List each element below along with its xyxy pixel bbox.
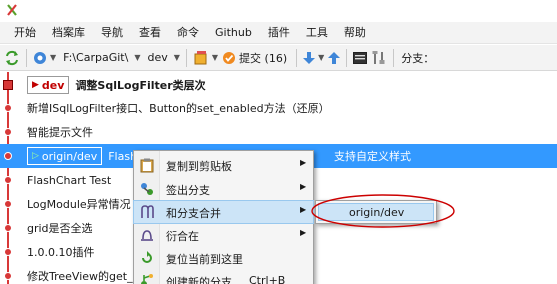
branch-filter-label: 分支： (401, 51, 435, 65)
commit-node (4, 104, 12, 112)
toolbar-separator (185, 48, 187, 67)
commit-message: 新增ISqlLogFilter接口、Button的set_enabled方法（还… (27, 102, 330, 115)
toolbar: ▼ F:\CarpaGit\ ▼ dev ▼ ▼ 提交 (16) ▼ 分支： (0, 45, 557, 71)
branch-name: origin/dev (41, 149, 98, 163)
console-icon (353, 51, 368, 64)
menu-repository[interactable]: 档案库 (44, 22, 93, 44)
commit-message: LogModule异常情况 (27, 198, 131, 211)
settings-button[interactable] (369, 47, 389, 69)
menu-item-rebase-on[interactable]: 衍合在 ▶ (134, 224, 313, 246)
submenu-arrow-icon: ▶ (300, 205, 307, 214)
menu-start[interactable]: 开始 (6, 22, 44, 44)
branch-dropdown[interactable]: dev ▼ (142, 47, 181, 69)
commit-label: 提交 (16) (239, 51, 288, 65)
commit-node (4, 224, 12, 232)
toolbar-separator (346, 48, 348, 67)
commit-message: 修改TreeView的get_ (27, 270, 133, 283)
commit-node (4, 128, 12, 136)
branch-label-dev[interactable]: ▶ dev (27, 76, 70, 94)
commit-node (4, 272, 12, 280)
chevron-down-icon: ▼ (50, 53, 57, 62)
commit-row[interactable]: ▶ dev 调整SqlLogFilter类层次 (0, 73, 557, 97)
commit-node (4, 152, 12, 160)
merge-icon (139, 204, 155, 220)
stash-icon (194, 50, 207, 64)
menu-item-label: 衍合在 (166, 230, 199, 243)
commit-message: 智能提示文件 (27, 126, 93, 139)
submenu-arrow-icon: ▶ (300, 158, 307, 167)
chevron-down-icon: ▼ (173, 53, 180, 62)
toolbar-separator (26, 48, 27, 67)
commit-row[interactable]: 新增ISqlLogFilter接口、Button的set_enabled方法（还… (0, 96, 557, 120)
branch-name: dev (41, 78, 65, 92)
commit-node (4, 248, 12, 256)
refresh-button[interactable] (2, 47, 22, 69)
submenu-arrow-icon: ▶ (300, 182, 307, 191)
commit-message: 1.0.0.10插件 (27, 246, 95, 259)
toolbar-separator (393, 48, 395, 67)
head-node-marker (3, 80, 13, 90)
menu-help[interactable]: 帮助 (336, 22, 374, 44)
commit-message: FlashChart Test (27, 173, 112, 187)
commit-button[interactable]: 提交 (16) (220, 47, 292, 69)
commit-message: grid是否全选 (27, 222, 93, 235)
menu-item-label: 和分支合并 (166, 207, 221, 220)
menu-bar: 开始 档案库 导航 查看 命令 Github 插件 工具 帮助 (0, 22, 557, 44)
settings-tools-icon (372, 50, 385, 64)
commit-node (4, 200, 12, 208)
menu-commands[interactable]: 命令 (169, 22, 207, 44)
current-branch: dev (147, 51, 168, 64)
menu-item-label: 复制到剪贴板 (166, 160, 232, 173)
clipboard-icon (139, 157, 155, 173)
menu-item-label: 签出分支 (166, 184, 210, 197)
menu-view[interactable]: 查看 (131, 22, 169, 44)
menu-item-merge-branch[interactable]: 和分支合并 ▶ (133, 200, 314, 224)
checkout-branch-icon (139, 181, 155, 197)
reset-icon (139, 250, 155, 266)
commit-message-tail: 支持自定义样式 (334, 150, 411, 163)
commit-node (4, 176, 12, 184)
branch-arrow-icon: ▶ (32, 80, 39, 90)
chevron-down-icon: ▼ (318, 53, 325, 62)
rebase-icon (139, 227, 155, 243)
menu-item-label: 复位当前到这里 (166, 253, 243, 266)
repository-icon (34, 51, 46, 64)
commit-message: 调整SqlLogFilter类层次 (75, 79, 206, 92)
chevron-down-icon: ▼ (134, 53, 141, 62)
menu-item-shortcut: Ctrl+B (249, 274, 286, 284)
merge-branch-submenu: origin/dev (315, 200, 437, 224)
git-extensions-logo (7, 4, 17, 16)
repository-switcher[interactable]: ▼ (31, 47, 58, 69)
menu-navigate[interactable]: 导航 (93, 22, 131, 44)
repository-path-dropdown[interactable]: F:\CarpaGit\ ▼ (58, 47, 142, 69)
chevron-down-icon: ▼ (211, 53, 219, 62)
branch-label-origin-dev[interactable]: ▷ origin/dev (27, 147, 103, 165)
stash-button[interactable]: ▼ (191, 47, 220, 69)
new-branch-icon (139, 273, 155, 284)
push-button[interactable] (326, 47, 342, 69)
menu-item-reset-current[interactable]: 复位当前到这里 (134, 247, 313, 269)
submenu-item-origin-dev[interactable]: origin/dev (318, 203, 434, 221)
commit-row[interactable]: 智能提示文件 (0, 120, 557, 144)
console-button[interactable] (351, 47, 369, 69)
menu-github[interactable]: Github (207, 22, 260, 44)
submenu-item-label: origin/dev (349, 205, 405, 219)
menu-item-checkout-branch[interactable]: 签出分支 ▶ (134, 178, 313, 200)
menu-item-copy-to-clipboard[interactable]: 复制到剪贴板 ▶ (134, 154, 313, 176)
push-arrow-icon (328, 51, 341, 64)
toolbar-separator (296, 48, 298, 67)
context-menu: 复制到剪贴板 ▶ 签出分支 ▶ 和分支合并 ▶ 衍合在 ▶ 复位当前到这里 创建… (133, 150, 314, 284)
commit-icon (223, 51, 236, 64)
repository-path: F:\CarpaGit\ (63, 51, 129, 64)
title-bar (0, 0, 557, 22)
submenu-arrow-icon: ▶ (300, 228, 307, 237)
menu-item-label: 创建新的分支 (166, 276, 232, 284)
menu-tools[interactable]: 工具 (298, 22, 336, 44)
pull-button[interactable]: ▼ (301, 47, 326, 69)
pull-arrow-icon (303, 51, 316, 64)
menu-plugins[interactable]: 插件 (260, 22, 298, 44)
menu-item-create-branch[interactable]: 创建新的分支 Ctrl+B (134, 270, 313, 284)
refresh-icon (6, 50, 18, 65)
branch-arrow-icon: ▷ (32, 151, 39, 161)
